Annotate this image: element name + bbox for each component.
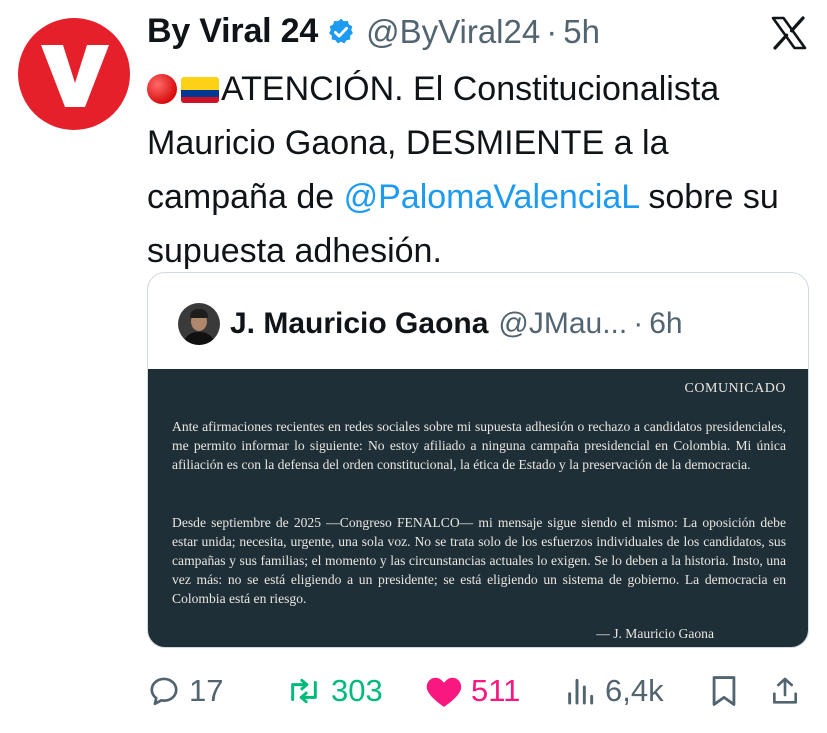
quoted-author-avatar: [178, 303, 220, 345]
tweet-time[interactable]: 5h: [563, 13, 600, 51]
repost-icon: [291, 678, 317, 704]
colombia-flag-emoji-icon: [181, 77, 219, 103]
bookmark-icon: [712, 676, 736, 706]
quoted-tweet-card[interactable]: J. Mauricio Gaona @JMau... · 6h COMUNICA…: [147, 272, 809, 648]
share-icon: [773, 677, 797, 704]
quoted-separator-dot: ·: [633, 307, 644, 340]
tweet-actions: 17 303 511 6,4k: [147, 668, 809, 714]
quoted-author-name: J. Mauricio Gaona: [230, 307, 489, 340]
statement-title: COMUNICADO: [684, 381, 786, 396]
statement-paragraph-1: Ante afirmaciones recientes en redes soc…: [172, 419, 786, 472]
statement-image[interactable]: COMUNICADO Ante afirmaciones recientes e…: [148, 369, 808, 647]
share-button[interactable]: [769, 668, 801, 714]
author-name[interactable]: By Viral 24: [147, 12, 318, 51]
v-logo-icon: [41, 45, 109, 107]
repost-button[interactable]: 303: [285, 668, 383, 714]
reply-count: 17: [189, 673, 224, 708]
x-logo-icon: [771, 16, 807, 50]
reply-button[interactable]: 17: [147, 668, 223, 714]
statement-signature: — J. Mauricio Gaona: [596, 626, 714, 641]
views-count: 6,4k: [605, 673, 664, 708]
verified-badge-icon: [326, 17, 356, 47]
quoted-tweet-time: 6h: [649, 307, 683, 340]
separator-dot: ·: [546, 12, 558, 50]
views-button[interactable]: 6,4k: [565, 668, 664, 714]
tweet-text: ATENCIÓN. El Constitucionalista Mauricio…: [147, 62, 817, 278]
quoted-author-handle: @JMau...: [498, 307, 628, 340]
reply-icon: [150, 677, 178, 706]
bookmark-button[interactable]: [709, 668, 739, 714]
author-handle[interactable]: @ByViral24: [366, 13, 540, 51]
statement-paragraph-2: Desde septiembre de 2025 —Congreso FENAL…: [172, 515, 786, 606]
tweet-header: By Viral 24 @ByViral24 · 5h: [147, 12, 600, 51]
repost-count: 303: [331, 673, 383, 708]
like-count: 511: [471, 673, 521, 708]
like-heart-icon: [426, 677, 462, 707]
views-chart-icon: [568, 678, 594, 705]
mention-link[interactable]: @PalomaValenciaL: [344, 178, 639, 216]
like-button[interactable]: 511: [425, 668, 520, 714]
author-avatar[interactable]: [18, 18, 130, 130]
red-circle-emoji-icon: [147, 74, 177, 104]
quoted-tweet-header: J. Mauricio Gaona @JMau... · 6h: [178, 303, 683, 345]
